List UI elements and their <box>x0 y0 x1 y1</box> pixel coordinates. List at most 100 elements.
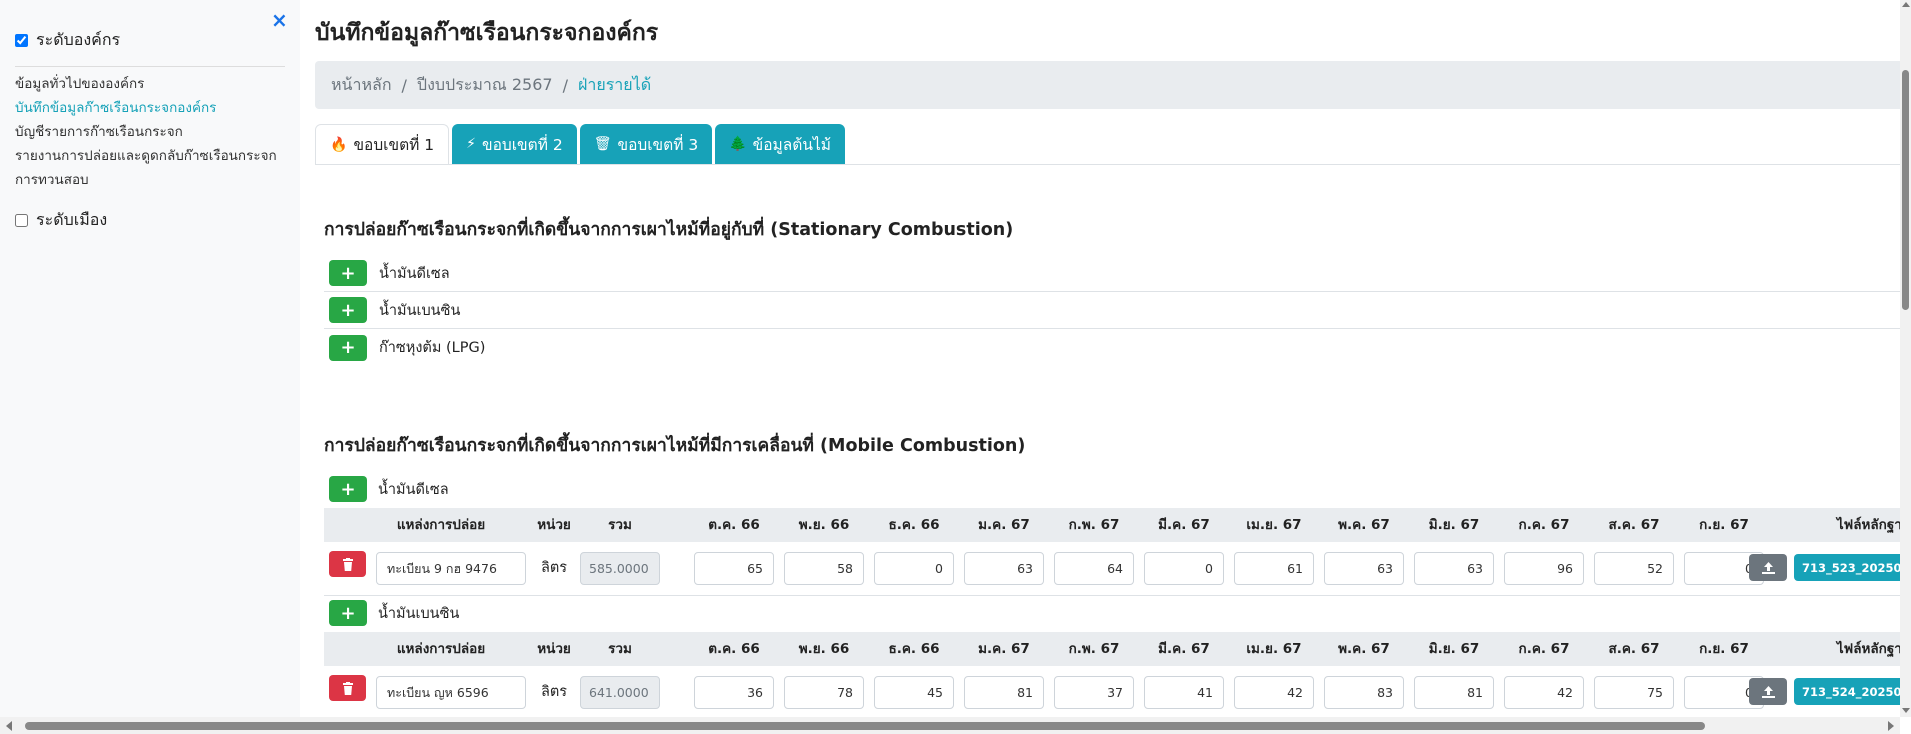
sidebar-item-emission-report[interactable]: รายงานการปล่อยและดูดกลับก๊าซเรือนกระจก <box>15 144 277 168</box>
month-value-input[interactable]: 42 <box>1234 676 1314 709</box>
month-value-input[interactable]: 58 <box>784 552 864 585</box>
table-row: ทะเบียน 9 กฮ 9476 ลิตร 585.0000 65 58 0 63 64 0 6… <box>324 542 1900 594</box>
table-header: แหล่งการปล่อย หน่วย รวม ต.ค. 66 พ.ย. 66 ธ.ค. … <box>324 508 1900 542</box>
month-value-input[interactable]: 52 <box>1594 552 1674 585</box>
add-diesel-button[interactable]: + <box>329 260 367 286</box>
close-icon[interactable]: × <box>271 8 288 32</box>
month-value-input[interactable]: 61 <box>1234 552 1314 585</box>
item-label: ก๊าซหุงต้ม (LPG) <box>379 340 486 356</box>
month-value-input[interactable]: 37 <box>1054 676 1134 709</box>
column-header: มิ.ย. 67 <box>1428 641 1480 657</box>
stationary-item-benzine: + น้ำมันเบนซิน <box>324 292 1900 329</box>
add-benzine-button[interactable]: + <box>329 297 367 323</box>
column-header: หน่วย <box>537 517 571 533</box>
sidebar-item-verification[interactable]: การทวนสอบ <box>15 168 277 192</box>
evidence-file-button[interactable]: 713_523_20250311 <box>1794 554 1900 581</box>
sidebar-item-record-ghg[interactable]: บันทึกข้อมูลก๊าซเรือนกระจกองค์กร <box>15 96 277 120</box>
trash-icon <box>342 557 353 571</box>
breadcrumb-home[interactable]: หน้าหลัก <box>331 73 392 98</box>
total-field: 641.0000 <box>580 676 660 709</box>
upload-button[interactable] <box>1749 678 1787 705</box>
scroll-down-icon[interactable] <box>1902 708 1910 713</box>
horizontal-scrollbar[interactable] <box>0 717 1900 734</box>
column-header: มิ.ย. 67 <box>1428 517 1480 533</box>
trash-icon <box>342 681 353 695</box>
month-value-input[interactable]: 63 <box>1324 552 1404 585</box>
column-header: ส.ค. 67 <box>1608 517 1660 533</box>
month-value-input[interactable]: 42 <box>1504 676 1584 709</box>
month-value-input[interactable]: 78 <box>784 676 864 709</box>
scroll-up-icon[interactable] <box>1902 2 1910 7</box>
stationary-item-diesel: + น้ำมันดีเซล <box>324 255 1900 292</box>
column-header: ก.ย. 67 <box>1699 517 1749 533</box>
sidebar: × ระดับองค์กร ข้อมูลทั่วไปขององค์กร บันท… <box>0 0 300 717</box>
tree-icon: 🌲 <box>729 136 747 152</box>
add-vehicle-button[interactable]: + <box>329 476 367 502</box>
month-value-input[interactable]: 65 <box>694 552 774 585</box>
month-value-input[interactable]: 45 <box>874 676 954 709</box>
month-value-input[interactable]: 75 <box>1594 676 1674 709</box>
scope-tabs: 🔥 ขอบเขตที่ 1 ⚡ ขอบเขตที่ 2 🗑 ขอบเขตที่ … <box>315 124 848 164</box>
tab-label: ข้อมูลต้นไม้ <box>752 135 831 154</box>
fuel-label: น้ำมันเบนซิน <box>378 605 460 622</box>
month-value-input[interactable]: 0 <box>1144 552 1224 585</box>
column-header: แหล่งการปล่อย <box>396 517 486 533</box>
emission-source-input[interactable]: ทะเบียน ญห 6596 <box>376 676 526 709</box>
column-header: เม.ย. 67 <box>1246 641 1302 657</box>
month-value-input[interactable]: 96 <box>1504 552 1584 585</box>
column-header: แหล่งการปล่อย <box>396 641 486 657</box>
sidebar-item-general-info[interactable]: ข้อมูลทั่วไปขององค์กร <box>15 72 277 96</box>
month-value-input[interactable]: 63 <box>964 552 1044 585</box>
mobile-section-title: การปล่อยก๊าซเรือนกระจกที่เกิดขึ้นจากการเ… <box>324 436 1026 456</box>
tab-scope-2[interactable]: ⚡ ขอบเขตที่ 2 <box>452 124 577 164</box>
month-value-input[interactable]: 36 <box>694 676 774 709</box>
month-value-input[interactable]: 63 <box>1414 552 1494 585</box>
vertical-scrollbar[interactable] <box>1900 0 1911 717</box>
trash-icon: 🗑 <box>593 136 612 152</box>
city-level-checkbox[interactable] <box>15 214 28 227</box>
month-value-input[interactable]: 81 <box>1414 676 1494 709</box>
column-header: หน่วย <box>537 641 571 657</box>
month-value-input[interactable]: 0 <box>874 552 954 585</box>
month-value-input[interactable]: 83 <box>1324 676 1404 709</box>
bolt-icon: ⚡ <box>466 136 476 152</box>
city-level-toggle[interactable]: ระดับเมือง <box>15 208 107 233</box>
column-header: ต.ค. 66 <box>708 517 760 533</box>
delete-row-button[interactable] <box>329 551 366 577</box>
vertical-scroll-thumb[interactable] <box>1902 70 1909 310</box>
month-value-input[interactable]: 64 <box>1054 552 1134 585</box>
sidebar-menu: ข้อมูลทั่วไปขององค์กร บันทึกข้อมูลก๊าซเร… <box>15 72 277 192</box>
unit-label: ลิตร <box>540 560 568 576</box>
table-row: ทะเบียน ญห 6596 ลิตร 641.0000 36 78 45 81 37 41 4… <box>324 666 1900 717</box>
horizontal-scroll-thumb[interactable] <box>25 722 1705 730</box>
scroll-left-icon[interactable] <box>6 721 12 731</box>
month-value-input[interactable]: 41 <box>1144 676 1224 709</box>
delete-row-button[interactable] <box>329 675 366 701</box>
stationary-section-title: การปล่อยก๊าซเรือนกระจกที่เกิดขึ้นจากการเ… <box>324 220 1014 240</box>
scroll-right-icon[interactable] <box>1888 721 1894 731</box>
column-header: ต.ค. 66 <box>708 641 760 657</box>
org-level-checkbox[interactable] <box>15 34 28 47</box>
tab-scope-1[interactable]: 🔥 ขอบเขตที่ 1 <box>315 124 450 164</box>
sidebar-item-ghg-inventory[interactable]: บัญชีรายการก๊าซเรือนกระจก <box>15 120 277 144</box>
breadcrumb-current: ฝ่ายรายได้ <box>577 74 652 94</box>
item-label: น้ำมันดีเซล <box>379 265 450 282</box>
breadcrumb-separator: / <box>562 75 568 95</box>
column-header: ก.พ. 67 <box>1068 517 1120 533</box>
column-header: มี.ค. 67 <box>1158 517 1210 533</box>
column-header: พ.ค. 67 <box>1338 517 1390 533</box>
breadcrumb-fiscal-year[interactable]: ปีงบประมาณ 2567 <box>417 73 553 98</box>
add-vehicle-button[interactable]: + <box>329 600 367 626</box>
add-lpg-button[interactable]: + <box>329 334 367 361</box>
org-level-toggle[interactable]: ระดับองค์กร <box>15 28 120 53</box>
tab-scope-3[interactable]: 🗑 ขอบเขตที่ 3 <box>579 124 713 164</box>
month-value-input[interactable]: 81 <box>964 676 1044 709</box>
breadcrumb: หน้าหลัก / ปีงบประมาณ 2567 / ฝ่ายรายได้ <box>315 61 1900 109</box>
total-field: 585.0000 <box>580 552 660 585</box>
item-label: น้ำมันเบนซิน <box>379 302 461 319</box>
tab-tree-data[interactable]: 🌲 ข้อมูลต้นไม้ <box>715 124 845 164</box>
evidence-file-button[interactable]: 713_524_20250311 <box>1794 678 1900 705</box>
emission-source-input[interactable]: ทะเบียน 9 กฮ 9476 <box>376 552 526 585</box>
column-header: ม.ค. 67 <box>978 641 1030 657</box>
upload-button[interactable] <box>1749 554 1787 581</box>
